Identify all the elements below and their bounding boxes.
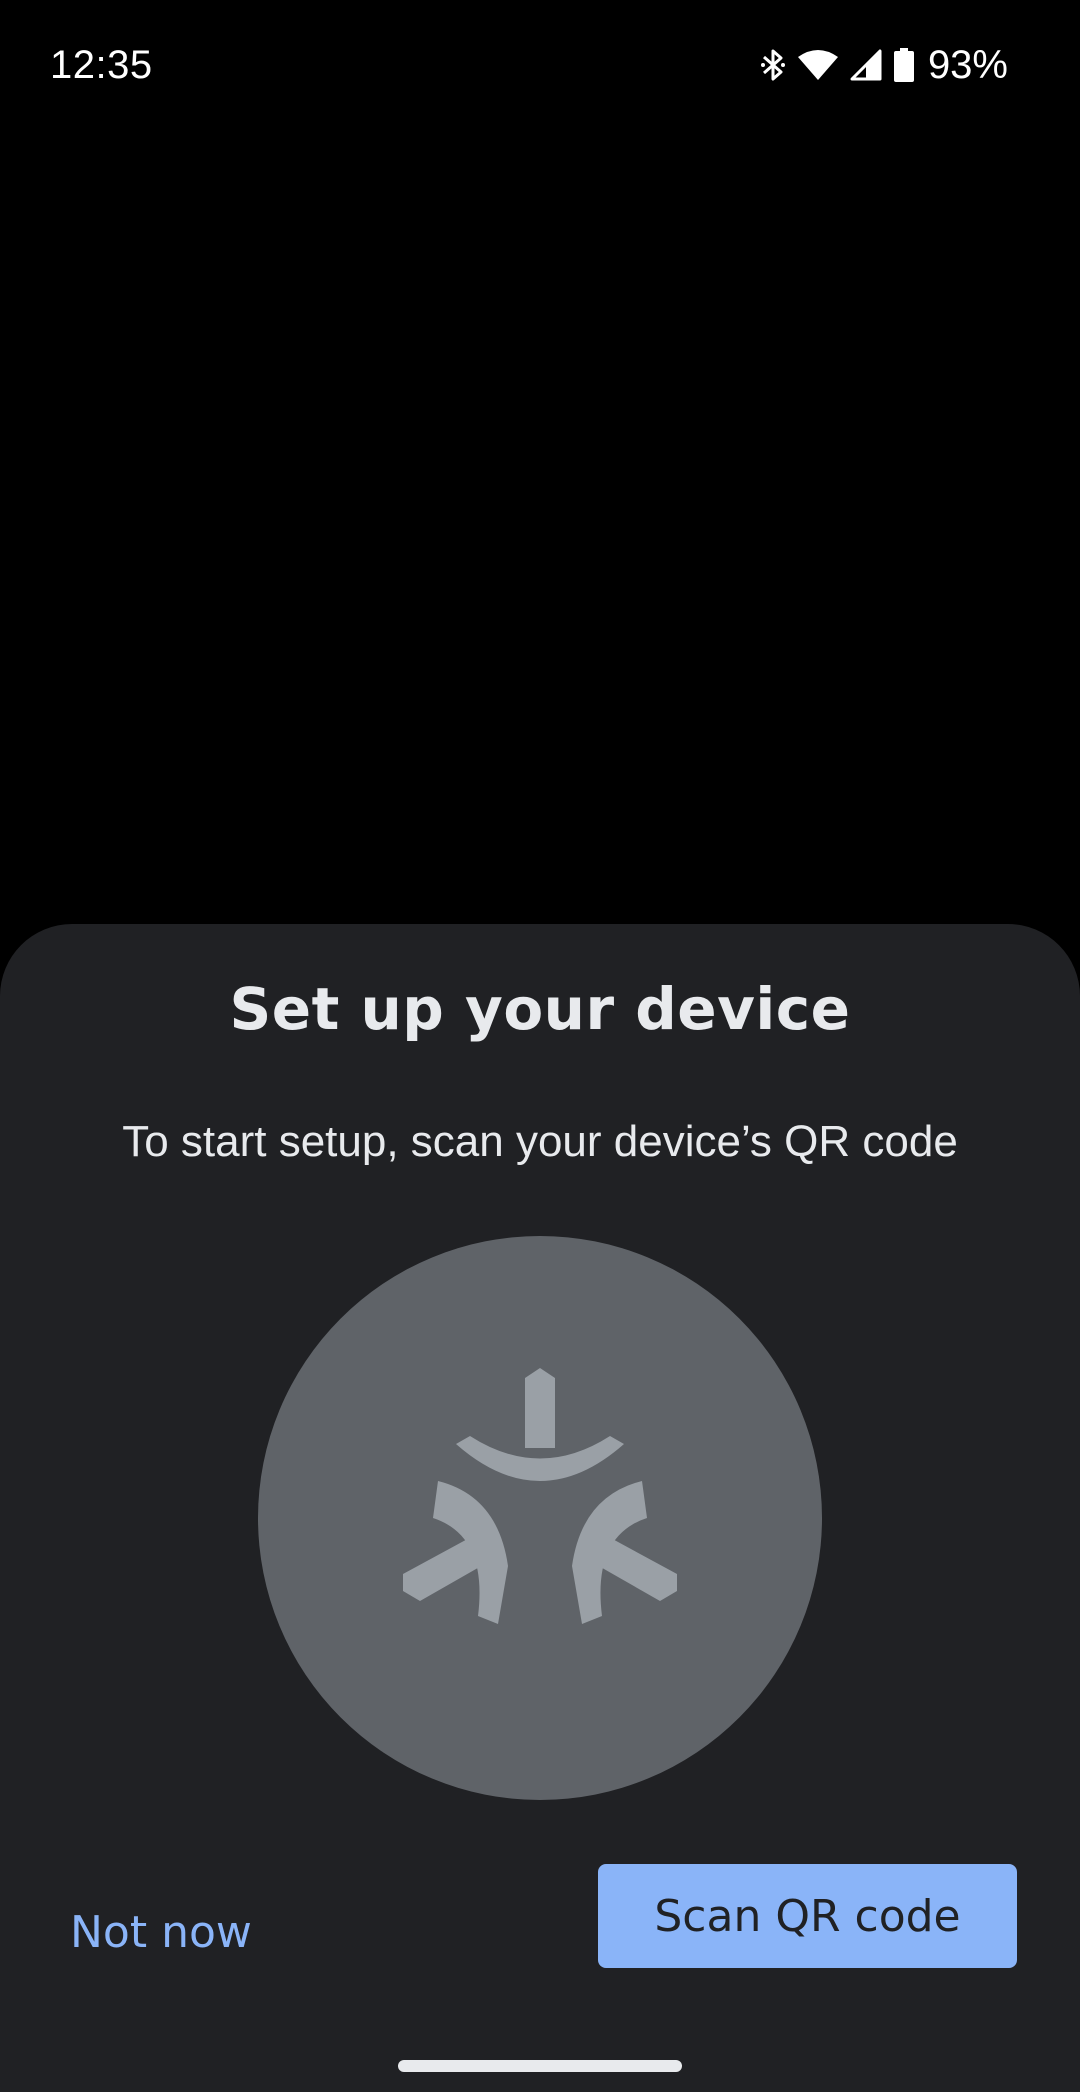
battery-percent: 93% — [927, 43, 1008, 87]
bluetooth-icon — [760, 48, 786, 82]
battery-icon — [893, 48, 914, 82]
status-time: 12:35 — [50, 43, 153, 87]
wifi-icon — [797, 49, 838, 81]
screen: 12:35 93% Set up your device To start se… — [0, 0, 1080, 2092]
sheet-title: Set up your device — [229, 975, 851, 1043]
home-indicator[interactable] — [398, 2060, 682, 2072]
scan-qr-code-button[interactable]: Scan QR code — [598, 1864, 1017, 1968]
status-bar: 12:35 93% — [0, 0, 1080, 130]
sheet-subtitle: To start setup, scan your device’s QR co… — [122, 1117, 958, 1166]
matter-logo-icon — [403, 1368, 677, 1624]
status-icons: 93% — [760, 40, 1008, 90]
cell-signal-icon — [850, 49, 882, 81]
setup-bottom-sheet: Set up your device To start setup, scan … — [0, 924, 1080, 2092]
device-illustration — [258, 1236, 822, 1800]
not-now-button[interactable]: Not now — [50, 1879, 272, 1985]
